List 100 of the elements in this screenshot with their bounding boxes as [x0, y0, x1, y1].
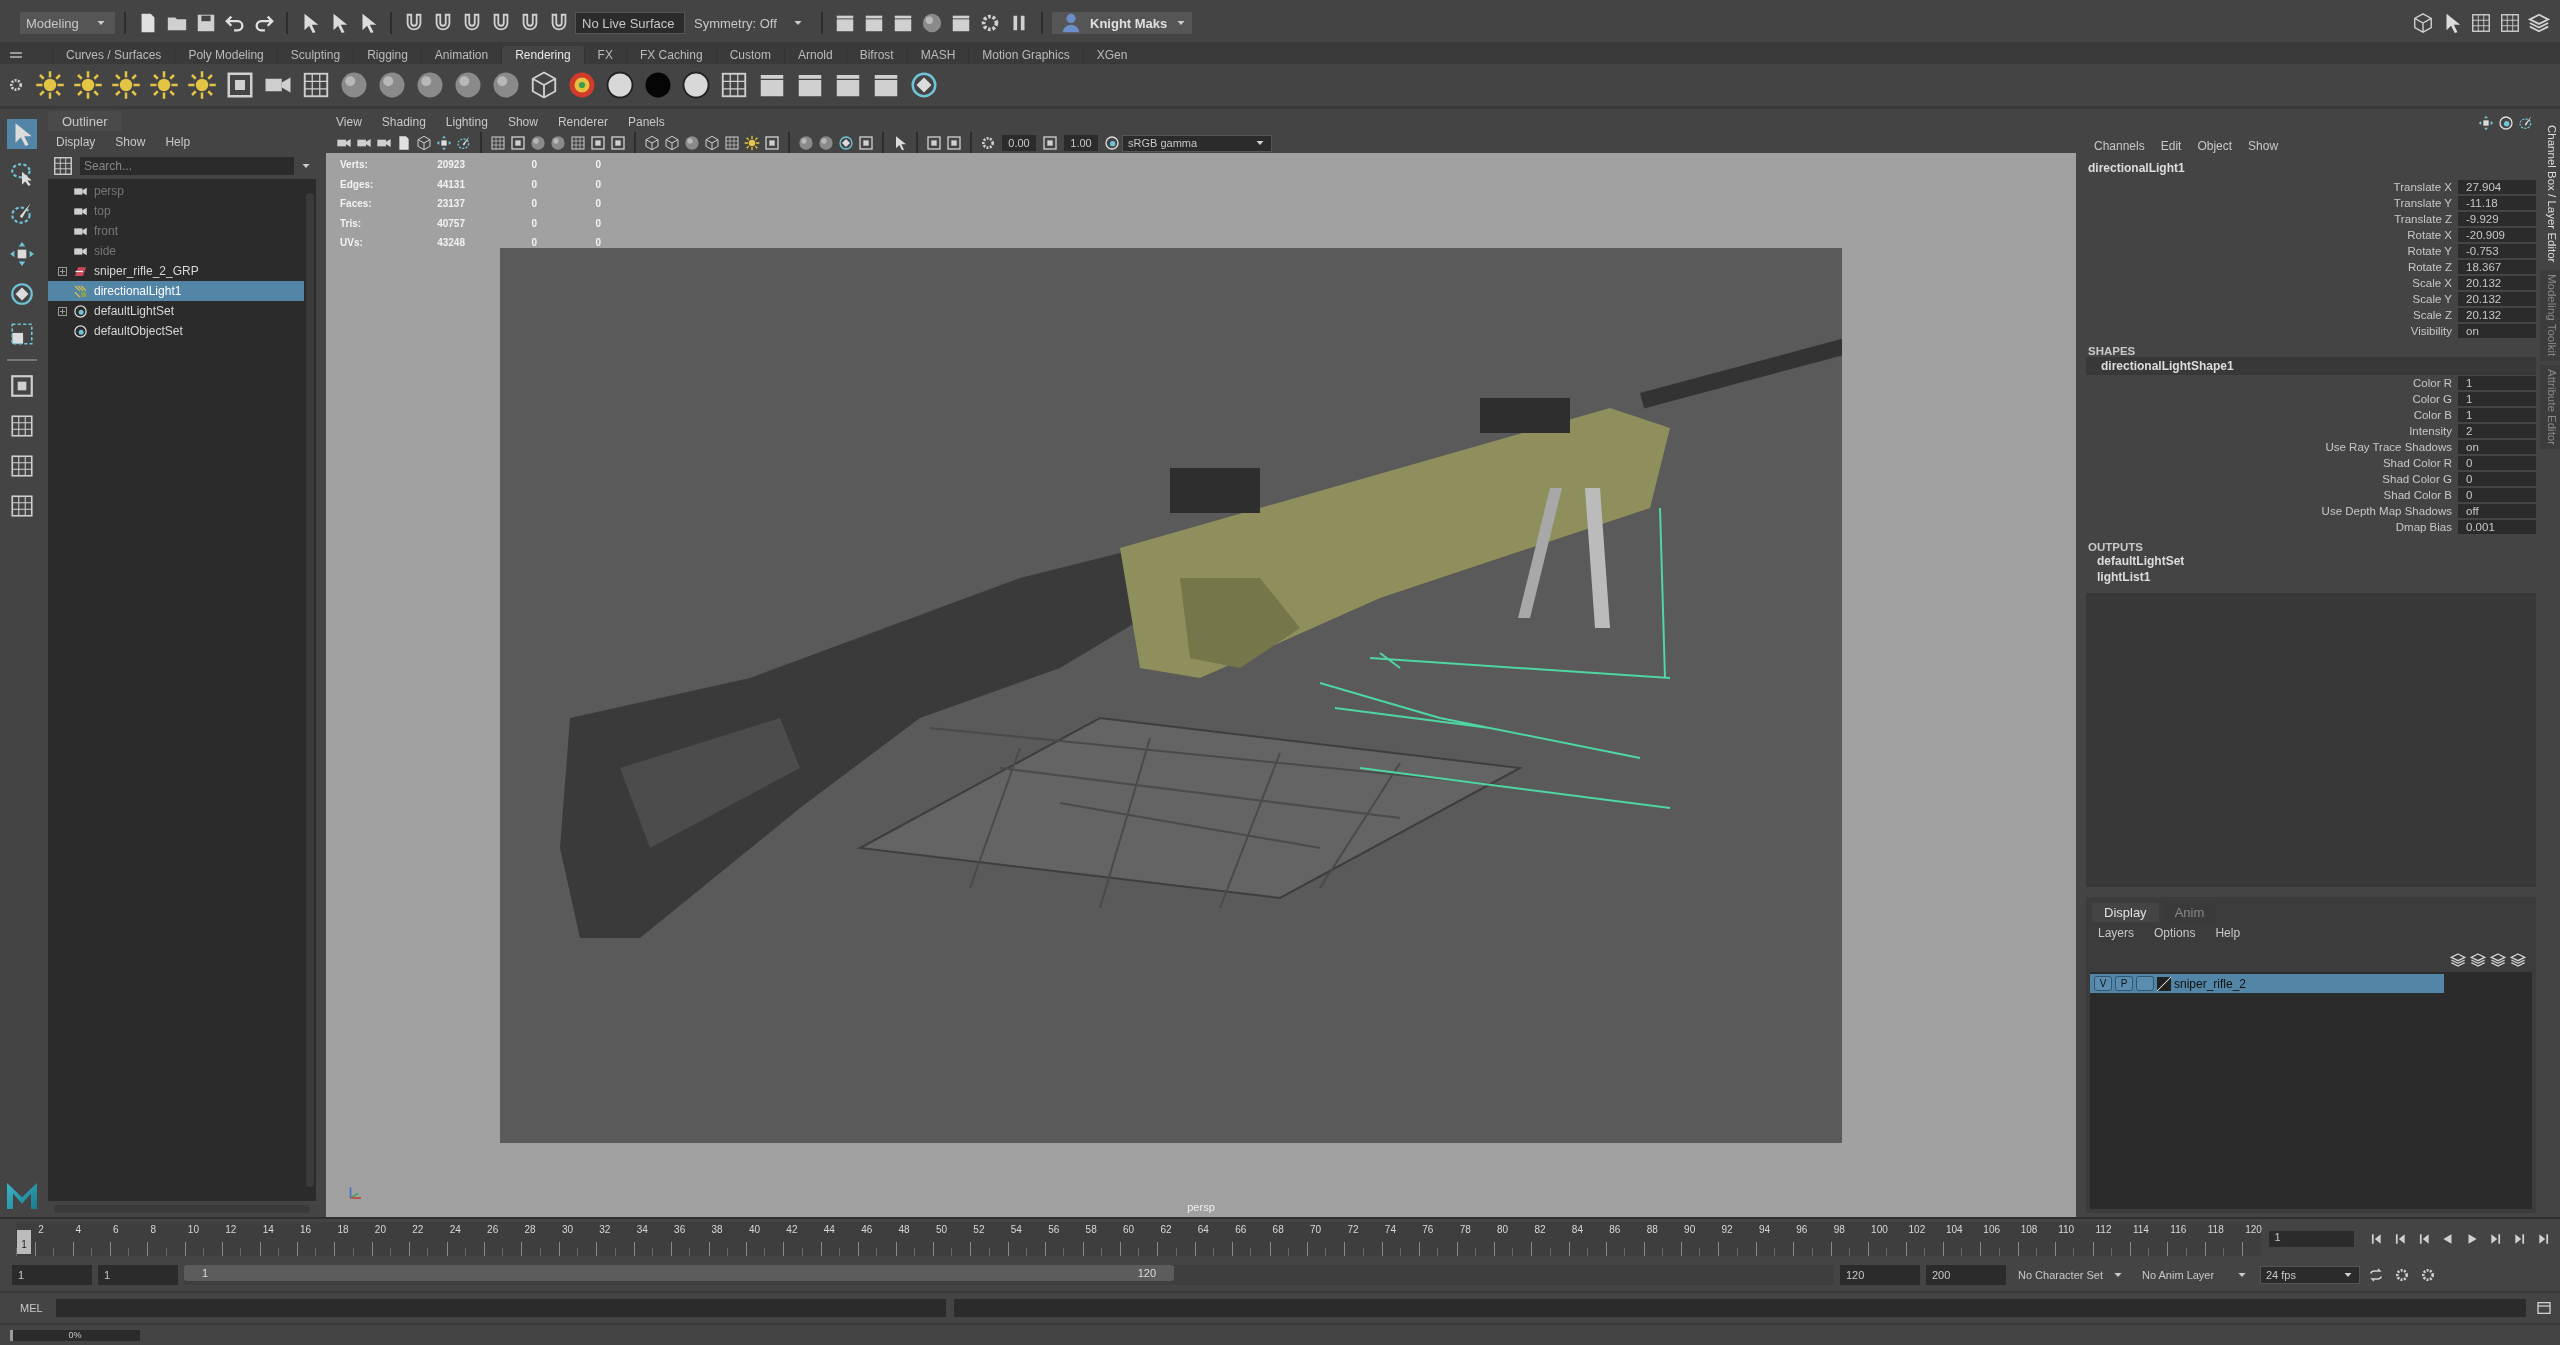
outliner-item[interactable]: top: [48, 201, 304, 221]
gear-icon[interactable]: [980, 135, 996, 151]
sun-icon[interactable]: [73, 70, 103, 100]
channel-value-field[interactable]: 20.132: [2458, 276, 2536, 290]
gear-icon[interactable]: [2420, 1267, 2436, 1283]
sphere-icon[interactable]: [339, 70, 369, 100]
expand-icon[interactable]: [58, 266, 67, 276]
select-tool-icon[interactable]: [7, 119, 37, 149]
shelf-tab[interactable]: Bifrost: [845, 46, 907, 64]
channel-value-field[interactable]: -11.18: [2458, 196, 2536, 210]
current-frame-marker[interactable]: 1: [17, 1230, 31, 1254]
square-icon[interactable]: [1042, 135, 1058, 151]
channel-value-field[interactable]: off: [2458, 504, 2536, 518]
sphere-icon[interactable]: [681, 70, 711, 100]
menu-item[interactable]: Layers: [2098, 926, 2135, 940]
gear-icon[interactable]: [979, 12, 1001, 34]
outliner-item[interactable]: front: [48, 221, 304, 241]
grid-icon[interactable]: [490, 135, 506, 151]
channel-value-field[interactable]: -0.753: [2458, 244, 2536, 258]
color-space-dropdown[interactable]: sRGB gamma: [1122, 134, 1272, 152]
filter-icon[interactable]: [52, 155, 74, 177]
menu-item[interactable]: Show: [115, 135, 146, 149]
shelf-tab[interactable]: Rigging: [353, 46, 421, 64]
command-field[interactable]: [56, 1299, 946, 1317]
sphere-icon[interactable]: [567, 70, 597, 100]
channel-value-field[interactable]: -9.929: [2458, 212, 2536, 226]
move-icon[interactable]: [2478, 115, 2494, 131]
playback-icon[interactable]: [2441, 1232, 2455, 1246]
channel-value-field[interactable]: 20.132: [2458, 292, 2536, 306]
channel-value-field[interactable]: 20.132: [2458, 308, 2536, 322]
visibility-toggle[interactable]: V: [2094, 976, 2112, 991]
menu-item[interactable]: Help: [165, 135, 191, 149]
move-icon[interactable]: [436, 135, 452, 151]
menu-item[interactable]: Panels: [627, 115, 665, 129]
cube-icon[interactable]: [2412, 12, 2434, 34]
rotate-icon[interactable]: [909, 70, 939, 100]
menu-item[interactable]: Shading: [381, 115, 426, 129]
menu-item[interactable]: Show: [2248, 139, 2279, 153]
language-toggle[interactable]: MEL: [20, 1302, 48, 1314]
expand-icon[interactable]: [58, 306, 67, 316]
end-field[interactable]: 200: [1926, 1265, 2006, 1285]
menu-item[interactable]: Help: [2215, 926, 2241, 940]
live-surface-field[interactable]: No Live Surface: [575, 12, 685, 34]
menu-item[interactable]: Display: [56, 135, 96, 149]
panel-tab[interactable]: Outliner: [48, 111, 122, 131]
side-tab[interactable]: Modeling Toolkit: [2540, 270, 2560, 361]
mode-dropdown[interactable]: Modeling: [20, 12, 115, 34]
shelf-tab[interactable]: Poly Modeling: [174, 46, 277, 64]
channel-value-field[interactable]: 18.367: [2458, 260, 2536, 274]
sun-icon[interactable]: [149, 70, 179, 100]
channel-value-field[interactable]: 0: [2458, 488, 2536, 502]
fps-dropdown[interactable]: 24 fps: [2260, 1266, 2360, 1284]
output-node[interactable]: defaultLightSet: [2082, 553, 2540, 569]
shelf-tab[interactable]: Sculpting: [276, 46, 354, 64]
grid-icon[interactable]: [2470, 12, 2492, 34]
sphere-icon[interactable]: [415, 70, 445, 100]
menu-item[interactable]: Renderer: [557, 115, 608, 129]
sun-icon[interactable]: [187, 70, 217, 100]
shelf-tab[interactable]: XGen: [1082, 46, 1141, 64]
sun-icon[interactable]: [744, 135, 760, 151]
square-icon[interactable]: [946, 135, 962, 151]
menu-item[interactable]: Channels: [2094, 139, 2145, 153]
outliner-item[interactable]: persp: [48, 181, 304, 201]
layer-color-swatch[interactable]: [2157, 976, 2171, 991]
outliner-item[interactable]: defaultLightSet: [48, 301, 304, 321]
playback-end-field[interactable]: 120: [1840, 1265, 1920, 1285]
skip-icon[interactable]: [2537, 1232, 2551, 1246]
square-icon[interactable]: [858, 135, 874, 151]
grid-icon[interactable]: [570, 135, 586, 151]
square-icon[interactable]: [590, 135, 606, 151]
shelf-tab[interactable]: FX: [583, 46, 626, 64]
set-icon[interactable]: [1104, 135, 1120, 151]
shelf-tab[interactable]: Curves / Surfaces: [52, 46, 175, 64]
search-field[interactable]: Search...: [80, 157, 294, 175]
cube-icon[interactable]: [704, 135, 720, 151]
channel-value-field[interactable]: 1: [2458, 408, 2536, 422]
cube-icon[interactable]: [664, 135, 680, 151]
grid-icon[interactable]: [301, 70, 331, 100]
shelf-tab[interactable]: Arnold: [783, 46, 846, 64]
shelf-tab[interactable]: Rendering: [501, 46, 584, 64]
gear-icon[interactable]: [8, 77, 24, 93]
sphere-icon[interactable]: [453, 70, 483, 100]
menu-item[interactable]: Show: [507, 115, 538, 129]
playback-start-field[interactable]: 1: [98, 1265, 178, 1285]
range-slider-bar[interactable]: 1 120: [184, 1265, 1174, 1281]
outliner-item[interactable]: directionalLight1: [48, 281, 304, 301]
time-slider[interactable]: 2 4 6 8 10 12 14 16 18 20 22 24 26 28 30 32 34 36 38 40 42 44 46 48 50 52 54 56 58 60 62 64 66 68 70 72 74 76 78 80 82 84 86 88 90 92 94 96 98 100 102 104 106 108 110 112 114 116 118 120 1: [16, 1222, 2261, 1256]
output-node[interactable]: lightList1: [2082, 569, 2540, 585]
current-frame-field[interactable]: 1: [2268, 1231, 2354, 1247]
skipback-icon[interactable]: [2369, 1232, 2383, 1246]
skip-icon[interactable]: [2513, 1232, 2527, 1246]
shelf-tab[interactable]: MASH: [906, 46, 969, 64]
shelf-tab[interactable]: FX Caching: [625, 46, 716, 64]
set-icon[interactable]: [2498, 115, 2514, 131]
menu-item[interactable]: Object: [2197, 139, 2233, 153]
gamma-field[interactable]: 1.00: [1064, 135, 1098, 151]
menu-item[interactable]: Options: [2154, 926, 2196, 940]
sphere-icon[interactable]: [921, 12, 943, 34]
side-tab[interactable]: Attribute Editor: [2540, 364, 2560, 449]
grid-icon[interactable]: [724, 135, 740, 151]
